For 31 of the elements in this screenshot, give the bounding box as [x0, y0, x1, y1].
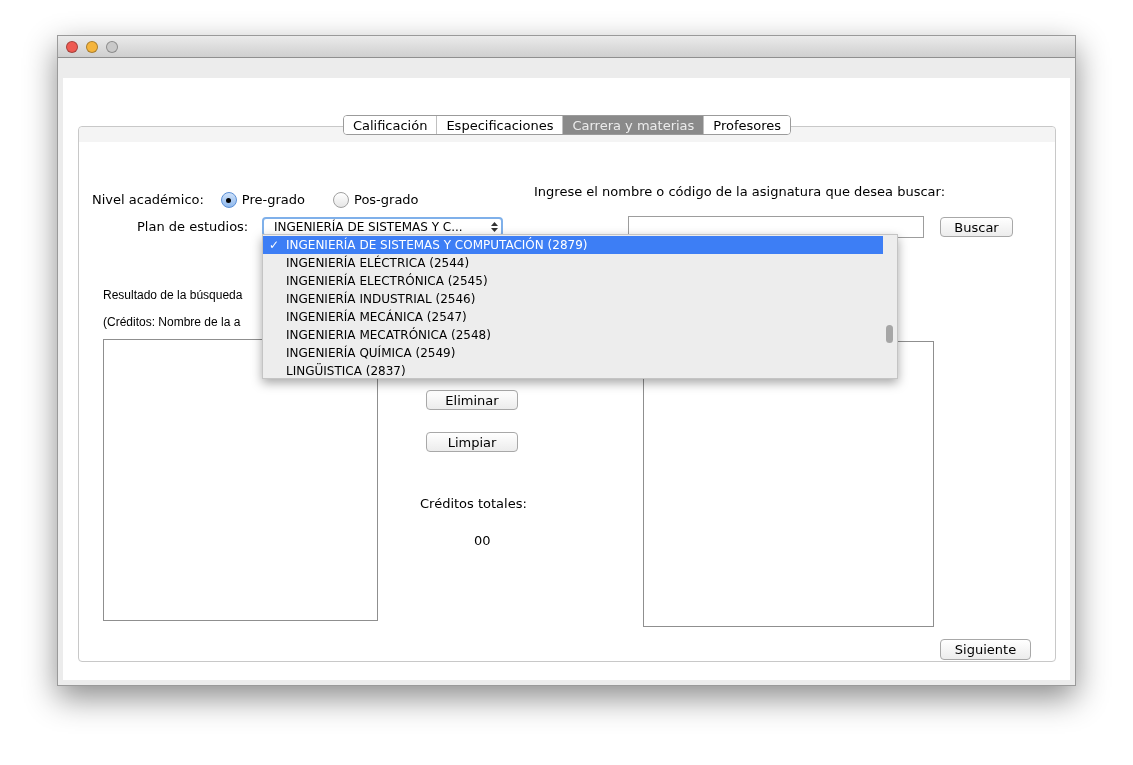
dropdown-option[interactable]: INGENIERÍA INDUSTRIAL (2546) [263, 290, 883, 308]
radio-label: Pos-grado [354, 191, 419, 210]
field-label: Nivel académico: [92, 191, 204, 210]
minimize-button[interactable] [86, 40, 98, 53]
field-label: Plan de estudios: [137, 218, 250, 237]
radio-label: Pre-grado [241, 191, 305, 210]
push-button[interactable]: Buscar [940, 217, 1013, 237]
push-button[interactable]: Eliminar [426, 390, 518, 410]
credits-label: Créditos totales: [420, 495, 527, 513]
dropdown-option[interactable]: INGENIERÍA ELECTRÓNICA (2545) [263, 272, 883, 290]
plan-combo-box[interactable]: INGENIERÍA DE SISTEMAS Y C... [262, 217, 503, 237]
dropdown-option[interactable]: LINGÜISTICA (2837) [263, 362, 883, 380]
stepper-arrows-icon [491, 222, 498, 232]
push-button[interactable]: Siguiente [940, 639, 1031, 660]
zoom-button[interactable] [106, 40, 118, 53]
tab[interactable]: Profesores [703, 116, 791, 134]
search-prompt: Ingrese el nombre o código de la asignatura que desea buscar: [534, 183, 945, 202]
dropdown-option[interactable]: ✓ INGENIERÍA DE SISTEMAS Y COMPUTACIÓN (2879) [263, 236, 883, 254]
dropdown-option[interactable]: INGENIERÍA MECÁNICA (2547) [263, 308, 883, 326]
results-title: Resultado de la búsqueda [103, 287, 243, 304]
radio-button[interactable] [333, 192, 349, 208]
dropdown-option[interactable]: INGENIERIA MECATRÓNICA (2548) [263, 326, 883, 344]
results-format: (Créditos: Nombre de la a [103, 314, 241, 331]
dropdown-option[interactable]: INGENIERÍA ELÉCTRICA (2544) [263, 254, 883, 272]
radio-button[interactable] [220, 192, 237, 208]
check-mark: ✓ [269, 237, 280, 254]
dropdown-option[interactable]: INGENIERÍA QUÍMICA (2549) [263, 344, 883, 362]
push-button[interactable]: Limpiar [426, 432, 518, 452]
scrollbar-thumb [886, 325, 893, 343]
close-button[interactable] [66, 40, 78, 53]
credits-value: 00 [474, 531, 491, 550]
